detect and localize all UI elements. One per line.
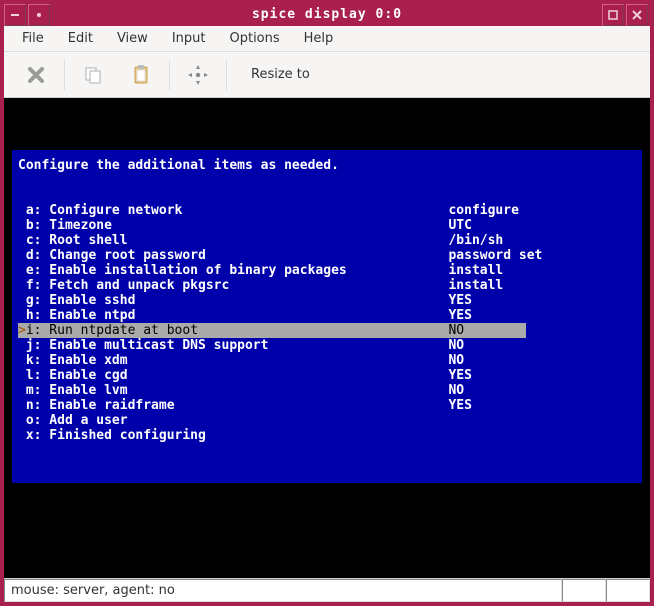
toolbar-separator [169,60,170,90]
menubar: File Edit View Input Options Help [4,26,650,52]
toolbar-separator [226,60,227,90]
dash-icon [10,10,20,20]
window-maximize-button[interactable] [602,4,624,26]
statusbar: mouse: server, agent: no [4,578,650,602]
paste-icon [131,64,151,86]
fullscreen-button[interactable] [174,55,222,95]
close-icon [632,10,642,20]
window-menu-button[interactable] [4,4,26,26]
resize-to-label: Resize to [251,67,310,82]
menu-file[interactable]: File [12,28,54,49]
menu-input[interactable]: Input [162,28,216,49]
fullscreen-icon [187,64,209,86]
menu-edit[interactable]: Edit [58,28,103,49]
paste-button[interactable] [117,55,165,95]
menu-help[interactable]: Help [294,28,344,49]
toolbar: Resize to [4,52,650,98]
window-title: spice display 0:0 [52,4,602,26]
dot-icon [34,10,44,20]
copy-button[interactable] [69,55,117,95]
status-cell [606,579,650,602]
installer-console[interactable]: Configure the additional items as needed… [12,150,642,483]
toolbar-separator [64,60,65,90]
status-text: mouse: server, agent: no [4,579,562,602]
titlebar: spice display 0:0 [4,4,650,26]
menu-options[interactable]: Options [219,28,289,49]
guest-display[interactable]: Configure the additional items as needed… [4,98,650,578]
window-sticky-button[interactable] [28,4,50,26]
copy-icon [83,65,103,85]
menu-view[interactable]: View [107,28,158,49]
status-cell [562,579,606,602]
close-button[interactable] [12,55,60,95]
x-icon [26,65,46,85]
maximize-icon [608,10,618,20]
app-window: spice display 0:0 File Edit View Input O… [0,0,654,606]
window-close-button[interactable] [626,4,648,26]
